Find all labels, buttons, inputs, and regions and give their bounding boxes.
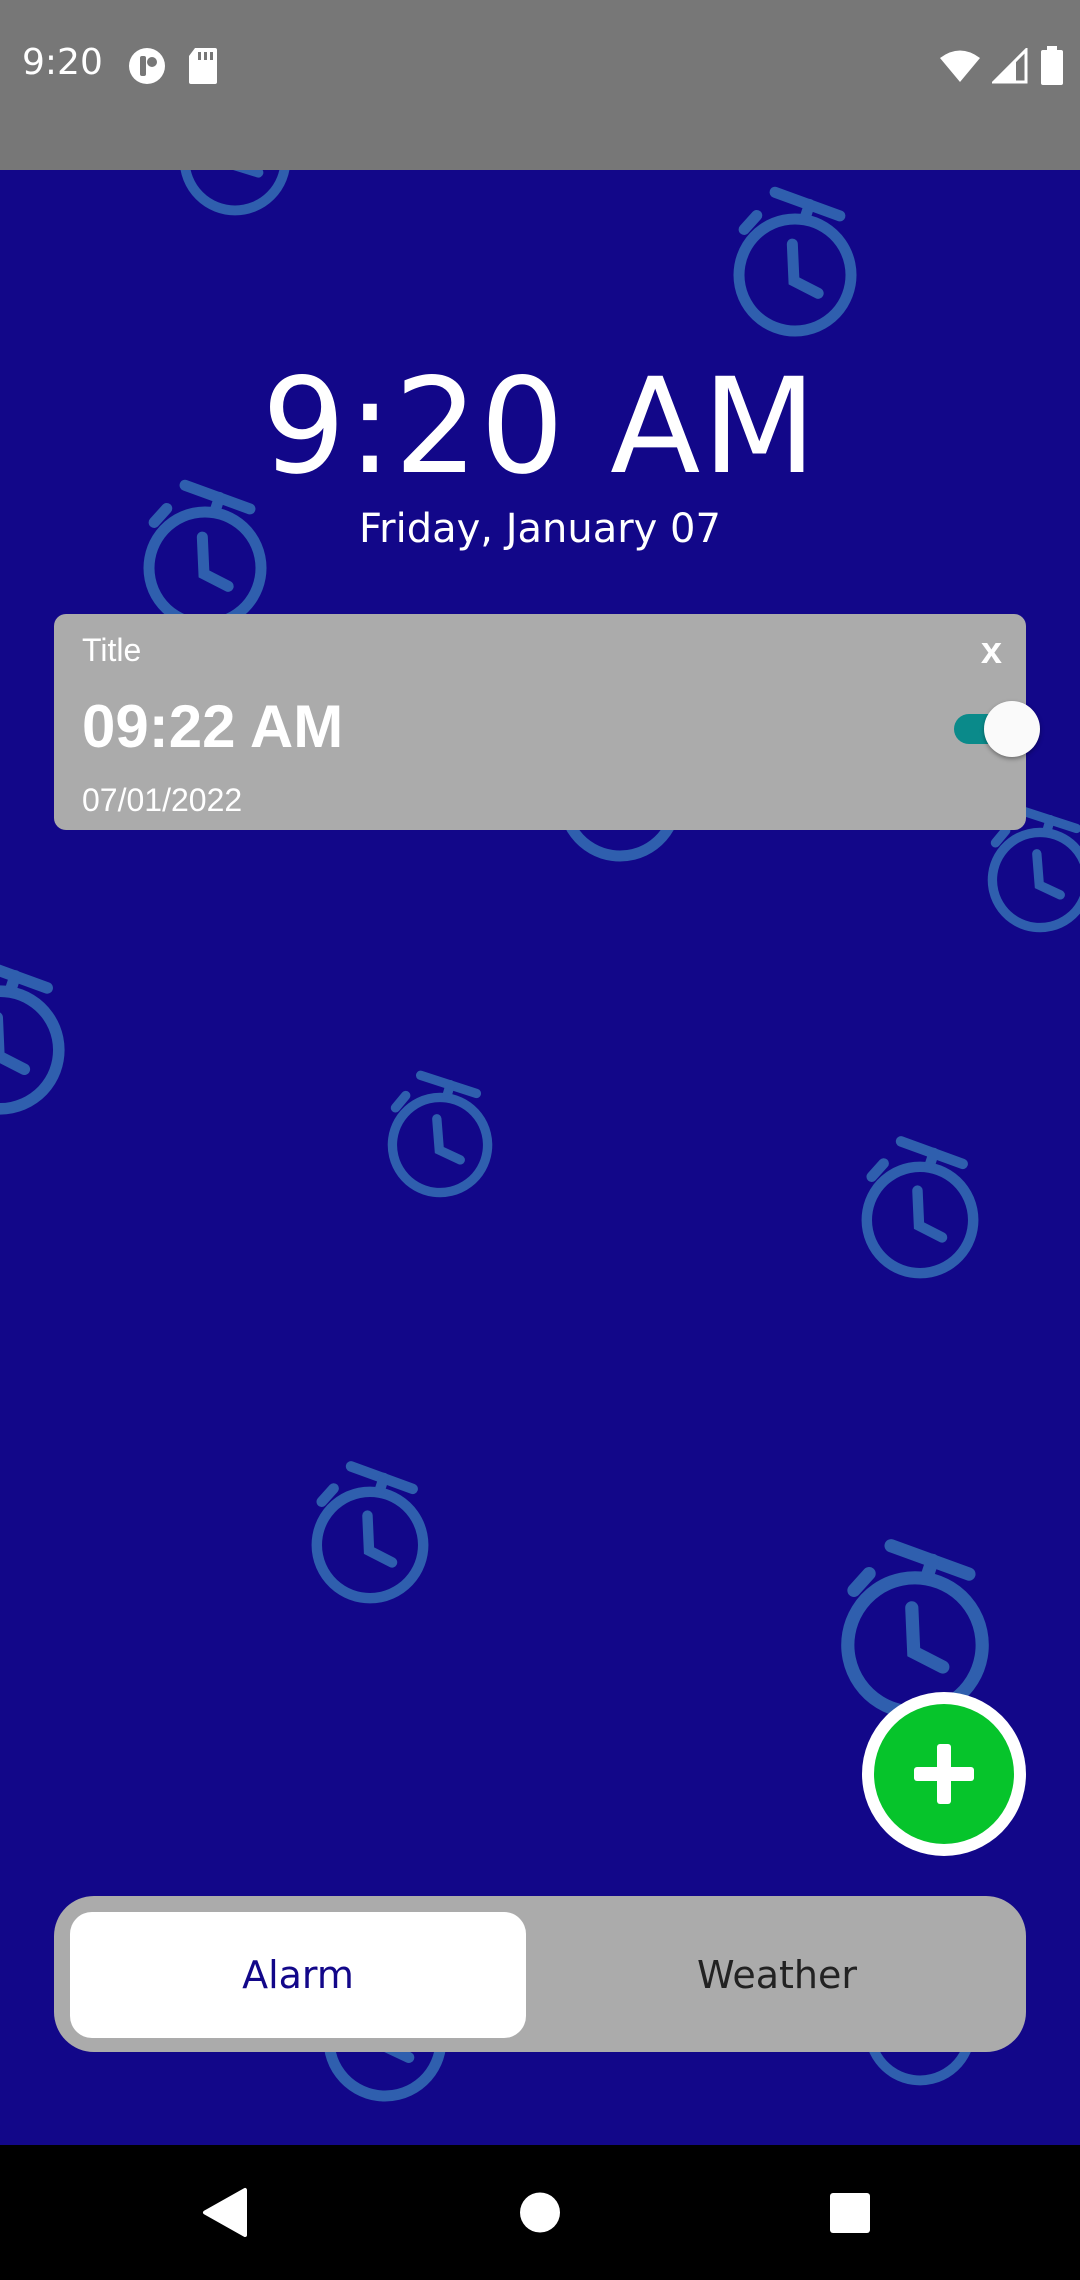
alarm-card[interactable]: Title 09:22 AM 07/01/2022 x: [54, 614, 1040, 830]
bottom-tab-bar: Alarm Weather: [54, 1896, 1026, 2052]
add-alarm-button[interactable]: [862, 1692, 1026, 1856]
back-button[interactable]: [145, 2145, 305, 2280]
alarm-screen: 9:20 AM Friday, January 07 Title 09:22 A…: [0, 170, 1080, 2145]
navigation-bar: [0, 2145, 1080, 2280]
status-time: 9:20: [22, 42, 103, 83]
alarm-title: Title: [82, 632, 142, 668]
clock-date: Friday, January 07: [359, 506, 721, 552]
battery-icon: [1040, 46, 1064, 91]
home-icon: [520, 2192, 560, 2233]
back-icon: [203, 2188, 247, 2237]
tab-alarm[interactable]: Alarm: [70, 1912, 526, 2038]
recents-icon: [830, 2193, 870, 2233]
alarm-date: 07/01/2022: [82, 782, 243, 818]
home-button[interactable]: [460, 2145, 620, 2280]
plus-icon: [914, 1744, 974, 1804]
signal-icon: [990, 46, 1028, 89]
alarm-time: 09:22 AM: [82, 693, 344, 760]
clock-time: 9:20 AM: [261, 350, 819, 504]
tab-weather[interactable]: Weather: [544, 1912, 1010, 2038]
delete-alarm-button[interactable]: x: [981, 630, 1002, 673]
wifi-icon: [940, 49, 980, 88]
toggle-thumb: [984, 701, 1040, 757]
recents-button[interactable]: [770, 2145, 930, 2280]
sync-icon: [127, 46, 167, 91]
status-bar: 9:20: [0, 0, 1080, 170]
alarm-toggle[interactable]: [954, 698, 1046, 757]
sd-card-icon: [187, 46, 219, 91]
